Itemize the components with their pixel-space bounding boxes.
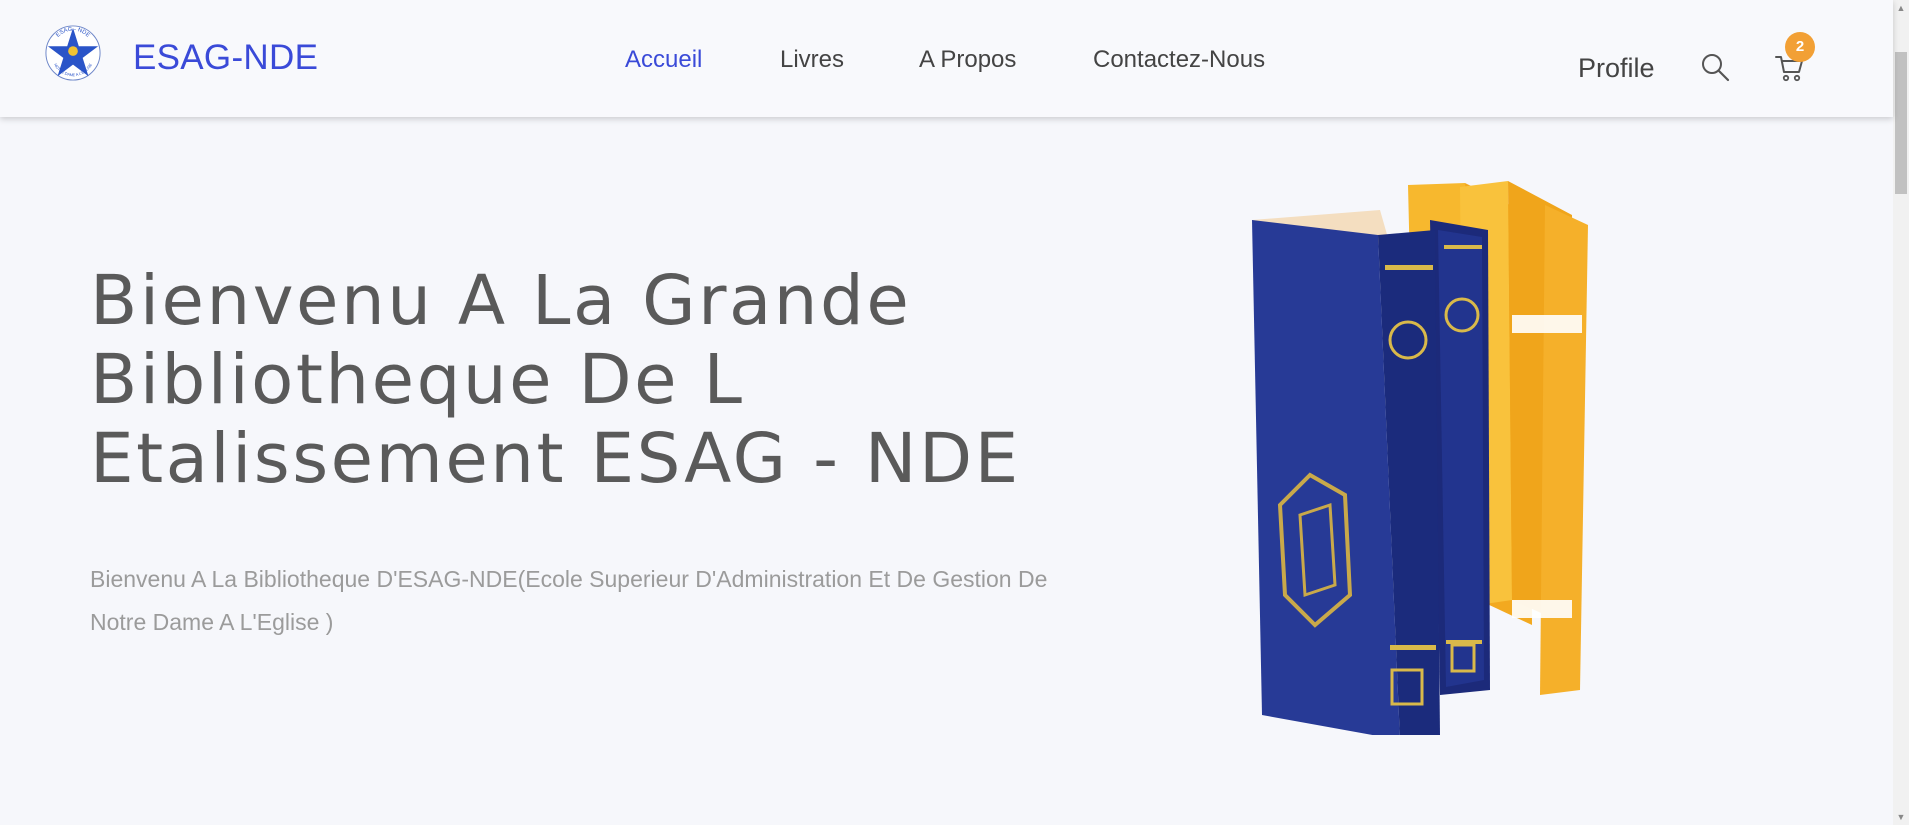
scroll-down-arrow-icon[interactable]: ▼ xyxy=(1893,809,1909,825)
nav-contactez-nous[interactable]: Contactez-Nous xyxy=(1093,46,1265,74)
site-header: ESAG - NDE NOTRE DAME A L'EGLISE ESAG-ND… xyxy=(0,0,1893,117)
search-icon[interactable] xyxy=(1700,52,1730,82)
hero-title-line: Etalissement ESAG - NDE xyxy=(90,419,1021,499)
books-illustration xyxy=(1252,181,1588,735)
nav-accueil[interactable]: Accueil xyxy=(625,46,702,74)
hero-title: Bienvenu A La Grande Bibliotheque De L E… xyxy=(90,262,1090,499)
page-scrollbar[interactable]: ▲ ▼ xyxy=(1893,0,1909,825)
nav-livres[interactable]: Livres xyxy=(780,46,844,74)
cart-count-badge: 2 xyxy=(1785,32,1815,62)
profile-link[interactable]: Profile xyxy=(1578,53,1655,84)
nav-a-propos[interactable]: A Propos xyxy=(919,46,1016,74)
hero-title-line: Bibliotheque De L xyxy=(90,340,745,420)
hero-title-line: Bienvenu A La Grande xyxy=(90,261,912,341)
logo-icon[interactable]: ESAG - NDE NOTRE DAME A L'EGLISE xyxy=(44,22,102,84)
hero-description: Bienvenu A La Bibliotheque D'ESAG-NDE(Ec… xyxy=(90,566,1048,635)
scrollbar-thumb[interactable] xyxy=(1895,52,1907,194)
brand-name[interactable]: ESAG-NDE xyxy=(133,38,318,78)
scroll-up-arrow-icon[interactable]: ▲ xyxy=(1893,0,1909,16)
